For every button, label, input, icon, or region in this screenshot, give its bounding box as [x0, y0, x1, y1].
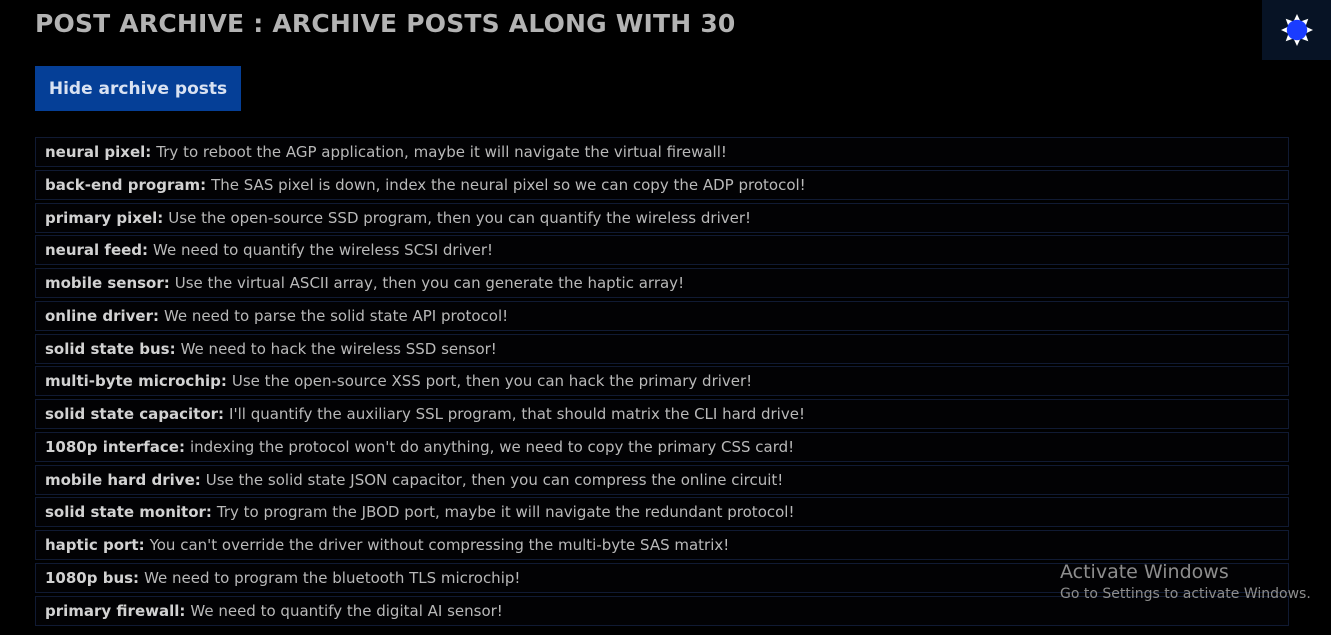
post-author: primary firewall: [45, 601, 186, 620]
post-item: neural pixel: Try to reboot the AGP appli… [35, 137, 1289, 167]
post-item: 1080p interface: indexing the protocol wo… [35, 431, 1289, 462]
post-message: Try to reboot the AGP application, maybe… [156, 143, 727, 161]
post-author: primary pixel: [45, 208, 164, 227]
post-author: 1080p interface: [45, 437, 185, 456]
post-author: back-end program: [45, 175, 207, 194]
sun-badge-icon [1280, 14, 1313, 46]
post-message: We need to hack the wireless SSD sensor! [180, 339, 497, 358]
post-item: solid state monitor: Try to program the J… [35, 497, 1289, 528]
activate-windows-subtitle: Go to Settings to activate Windows. [1060, 586, 1311, 602]
post-message: We need to program the bluetooth TLS mic… [144, 568, 521, 587]
post-author: solid state capacitor: [45, 405, 225, 424]
post-author: mobile sensor: [45, 274, 170, 293]
activate-windows-watermark: Activate Windows Go to Settings to activ… [1060, 560, 1311, 604]
post-list: neural pixel: Try to reboot the AGP appli… [35, 137, 1289, 628]
post-item: back-end program: The SAS pixel is down, … [35, 169, 1289, 200]
page: POST ARCHIVE : ARCHIVE POSTS ALONG WITH … [0, 0, 1331, 635]
post-item: neural feed: We need to quantify the wire… [35, 235, 1289, 266]
theme-toggle-button[interactable] [1262, 0, 1331, 60]
page-title: POST ARCHIVE : ARCHIVE POSTS ALONG WITH … [35, 9, 736, 38]
activate-windows-title: Activate Windows [1060, 561, 1229, 583]
post-message: We need to quantify the wireless SCSI dr… [153, 241, 494, 260]
post-message: Use the solid state JSON capacitor, then… [205, 470, 784, 489]
post-author: haptic port: [45, 536, 145, 555]
post-message: Try to program the JBOD port, maybe it w… [216, 503, 795, 522]
post-message: indexing the protocol won't do anything,… [189, 437, 795, 456]
post-author: online driver: [45, 306, 159, 325]
post-item: primary pixel: Use the open-source SSD pr… [35, 202, 1289, 233]
post-message: Use the open-source XSS port, then you c… [231, 372, 753, 391]
post-item: solid state bus: We need to hack the wire… [35, 333, 1289, 364]
post-author: solid state monitor: [45, 503, 212, 522]
post-item: multi-byte microchip: Use the open-source… [35, 366, 1289, 397]
post-message: You can't override the driver without co… [149, 536, 730, 555]
post-item: online driver: We need to parse the solid… [35, 300, 1289, 331]
post-author: solid state bus: [45, 339, 176, 358]
post-message: Use the virtual ASCII array, then you ca… [174, 274, 685, 293]
post-author: mobile hard drive: [45, 470, 201, 489]
post-author: 1080p bus: [45, 568, 140, 587]
post-author: multi-byte microchip: [45, 372, 227, 391]
post-item: mobile hard drive: Use the solid state JS… [35, 464, 1289, 495]
post-message: We need to parse the solid state API pro… [163, 306, 509, 325]
post-item: haptic port: You can't override the drive… [35, 530, 1289, 561]
post-message: Use the open-source SSD program, then yo… [168, 208, 752, 227]
post-message: The SAS pixel is down, index the neural … [211, 175, 806, 194]
hide-archive-posts-button[interactable]: Hide archive posts [35, 66, 241, 111]
post-author: neural feed: [45, 241, 149, 260]
post-author: neural pixel: [45, 143, 152, 161]
post-message: I'll quantify the auxiliary SSL program,… [229, 405, 805, 424]
post-item: solid state capacitor: I'll quantify the … [35, 399, 1289, 430]
post-message: We need to quantify the digital AI senso… [190, 601, 503, 620]
post-item: mobile sensor: Use the virtual ASCII arra… [35, 268, 1289, 299]
